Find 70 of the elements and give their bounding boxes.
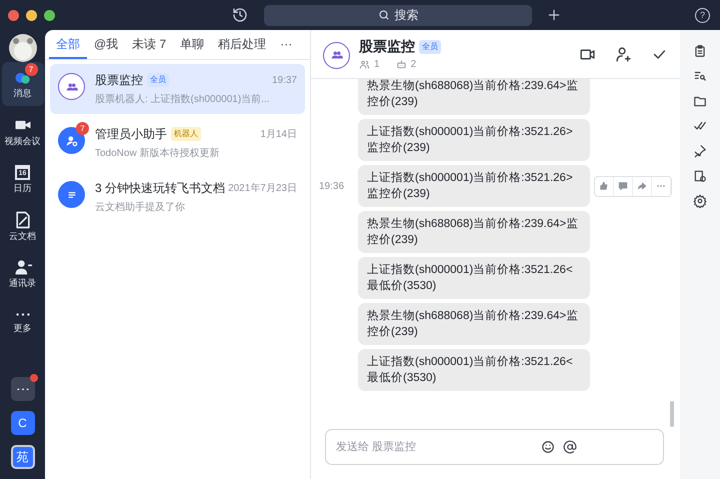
user-gear-icon	[64, 134, 78, 148]
chat-time: 1月14日	[260, 128, 297, 142]
tab[interactable]: 单聊	[173, 30, 212, 59]
chat-preview: 股票机器人: 上证指数(sh000001)当前...	[95, 92, 270, 107]
tab[interactable]: 未读 7	[125, 30, 174, 59]
scrollbar-thumb[interactable]	[670, 401, 674, 427]
search-list-icon[interactable]	[693, 69, 707, 83]
chat-preview: TodoNow 新版本待授权更新	[95, 146, 220, 161]
chat-tag: 全员	[147, 73, 169, 87]
unread-badge: 7	[76, 122, 89, 135]
members-icon	[359, 59, 370, 70]
forward-icon[interactable]	[637, 181, 647, 191]
help-button[interactable]: ?	[695, 8, 710, 22]
chat-name: 管理员小助手	[95, 126, 167, 143]
calendar-clock-icon[interactable]	[693, 169, 707, 183]
message-bubble: 上证指数(sh000001)当前价格:3521.26>监控价(239)	[358, 165, 590, 207]
search-icon	[378, 9, 390, 21]
window-control-button[interactable]	[8, 10, 19, 20]
mention-icon[interactable]	[563, 440, 577, 454]
chat-time: 2021年7月23日	[228, 182, 297, 196]
message-bubble: 热景生物(sh688068)当前价格:239.64>监控价(239)	[358, 79, 590, 115]
workspace-button[interactable]: C	[10, 411, 34, 435]
tab[interactable]: ···	[273, 30, 300, 59]
robot-icon	[396, 59, 407, 70]
message-time: 19:36	[319, 180, 346, 194]
member-count: 1	[374, 58, 380, 72]
add-icon[interactable]	[547, 8, 561, 22]
chat-time: 19:37	[272, 74, 297, 88]
workspace-button[interactable]: 苑	[10, 445, 34, 469]
sidebar-item[interactable]: 云文档	[2, 204, 44, 248]
folder-icon[interactable]	[693, 94, 707, 108]
more-icon	[16, 312, 30, 316]
sidebar-item[interactable]: 更多	[2, 300, 44, 340]
tab[interactable]: 全部	[49, 30, 87, 59]
thumbs-up-icon[interactable]	[599, 181, 609, 191]
chat-tag: 机器人	[171, 127, 201, 141]
message-bubble: 热景生物(sh688068)当前价格:239.64>监控价(239)	[358, 211, 590, 253]
window-control-button[interactable]	[26, 10, 37, 20]
unread-badge: 7	[24, 63, 38, 76]
clipboard-icon[interactable]	[693, 44, 707, 58]
chat-tag: 全员	[419, 40, 441, 54]
search-field[interactable]: 搜索	[264, 4, 532, 26]
chat-preview: 云文档助手提及了你	[95, 200, 186, 215]
message-bubble: 上证指数(sh000001)当前价格:3521.26<最低价(3530)	[358, 349, 590, 391]
comment-icon[interactable]	[618, 181, 628, 191]
bot-count: 2	[410, 58, 416, 72]
chat-list-item[interactable]: 3 分钟快速玩转飞书文档 2021年7月23日 云文档助手提及了你	[50, 172, 305, 222]
chat-list-item[interactable]: 股票监控 全员 19:37 股票机器人: 上证指数(sh000001)当前...	[50, 64, 305, 114]
group-avatar	[323, 42, 350, 68]
chat-list-item[interactable]: 7 管理员小助手 机器人 1月14日 TodoNow 新版本待授权更新	[50, 118, 305, 168]
message-bubble: 热景生物(sh688068)当前价格:239.64>监控价(239)	[358, 303, 590, 345]
profile-avatar[interactable]	[8, 34, 36, 62]
sidebar-item[interactable]: 消息 7	[2, 62, 44, 106]
add-member-icon[interactable]	[615, 46, 632, 62]
chat-title: 股票监控	[359, 37, 415, 56]
tab[interactable]: 稍后处理	[211, 30, 274, 59]
message-bubble: 上证指数(sh000001)当前价格:3521.26>监控价(239)	[358, 119, 590, 161]
tab[interactable]: @我	[87, 30, 126, 59]
emoji-icon[interactable]	[541, 440, 555, 454]
chat-name: 3 分钟快速玩转飞书文档	[95, 180, 226, 197]
sidebar-item[interactable]: 视频会议	[2, 110, 44, 153]
history-icon[interactable]	[232, 7, 248, 23]
window-control-button[interactable]	[44, 10, 55, 20]
more-apps-button[interactable]	[10, 377, 34, 401]
message-field[interactable]: 发送给 股票监控	[325, 429, 664, 465]
settings-icon[interactable]	[693, 194, 707, 208]
more-icon	[16, 388, 28, 390]
message-bubble: 上证指数(sh000001)当前价格:3521.26<最低价(3530)	[358, 257, 590, 299]
chat-name: 股票监控	[95, 72, 143, 89]
sidebar-item[interactable]: 通讯录	[2, 252, 44, 296]
